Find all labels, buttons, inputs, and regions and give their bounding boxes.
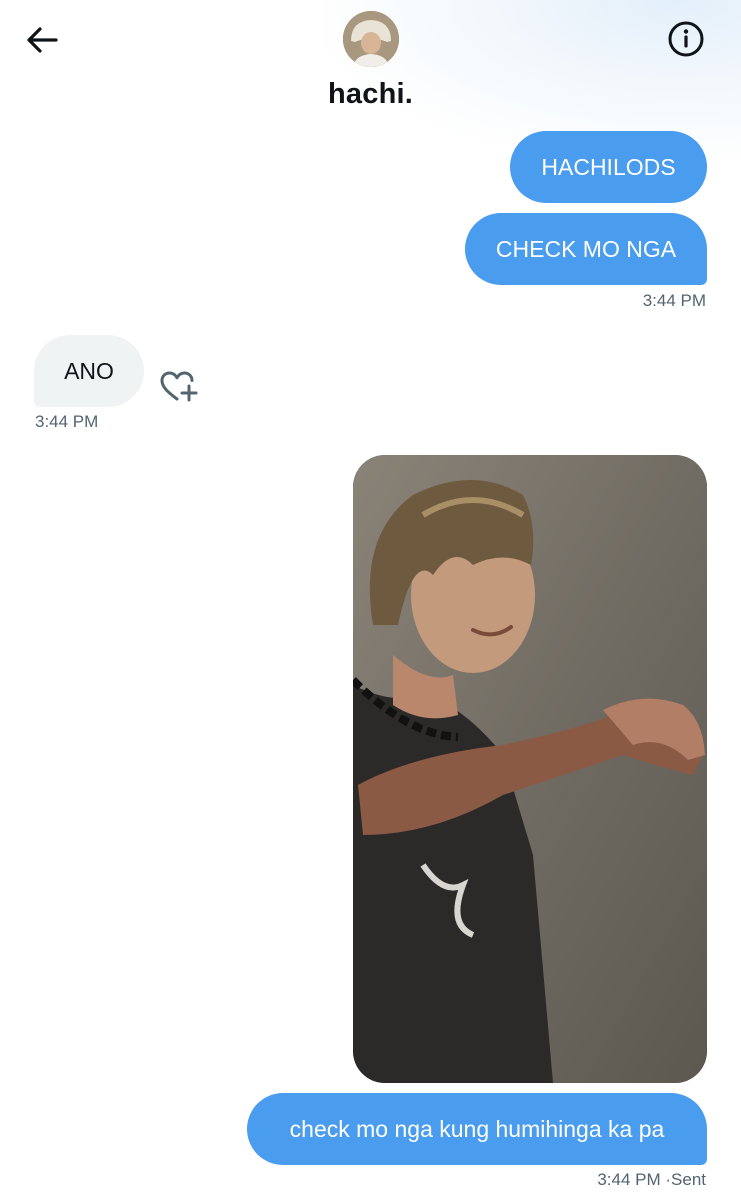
message-text: CHECK MO NGA	[495, 235, 677, 262]
conversation-info-button[interactable]	[664, 17, 708, 61]
message-bubble-outgoing[interactable]: check mo nga kung humihinga ka pa	[247, 1093, 707, 1165]
message-photo[interactable]	[353, 455, 707, 1083]
message-bubble-incoming[interactable]: ANO	[34, 335, 144, 407]
message-text: HACHILODS	[541, 153, 676, 180]
message-text: check mo nga kung humihinga ka pa	[289, 1115, 665, 1142]
message-bubble-outgoing[interactable]: HACHILODS	[510, 131, 707, 203]
message-timestamp-status: 3:44 PM ·Sent	[597, 1170, 706, 1190]
conversation-title: hachi.	[328, 78, 413, 110]
back-button[interactable]	[22, 20, 62, 60]
photo-image	[353, 455, 707, 1083]
arrow-left-icon	[27, 27, 58, 53]
message-timestamp: 3:44 PM	[597, 1170, 661, 1189]
info-icon	[668, 21, 704, 57]
heart-plus-icon	[160, 371, 198, 402]
message-bubble-outgoing[interactable]: CHECK MO NGA	[465, 213, 707, 285]
avatar-photo	[343, 11, 399, 67]
avatar[interactable]	[343, 11, 399, 67]
message-timestamp: 3:44 PM	[35, 412, 99, 431]
message-status: ·Sent	[665, 1170, 706, 1189]
message-timestamp: 3:44 PM	[642, 291, 706, 310]
message-text: ANO	[64, 357, 114, 384]
add-reaction-button[interactable]	[158, 368, 200, 406]
